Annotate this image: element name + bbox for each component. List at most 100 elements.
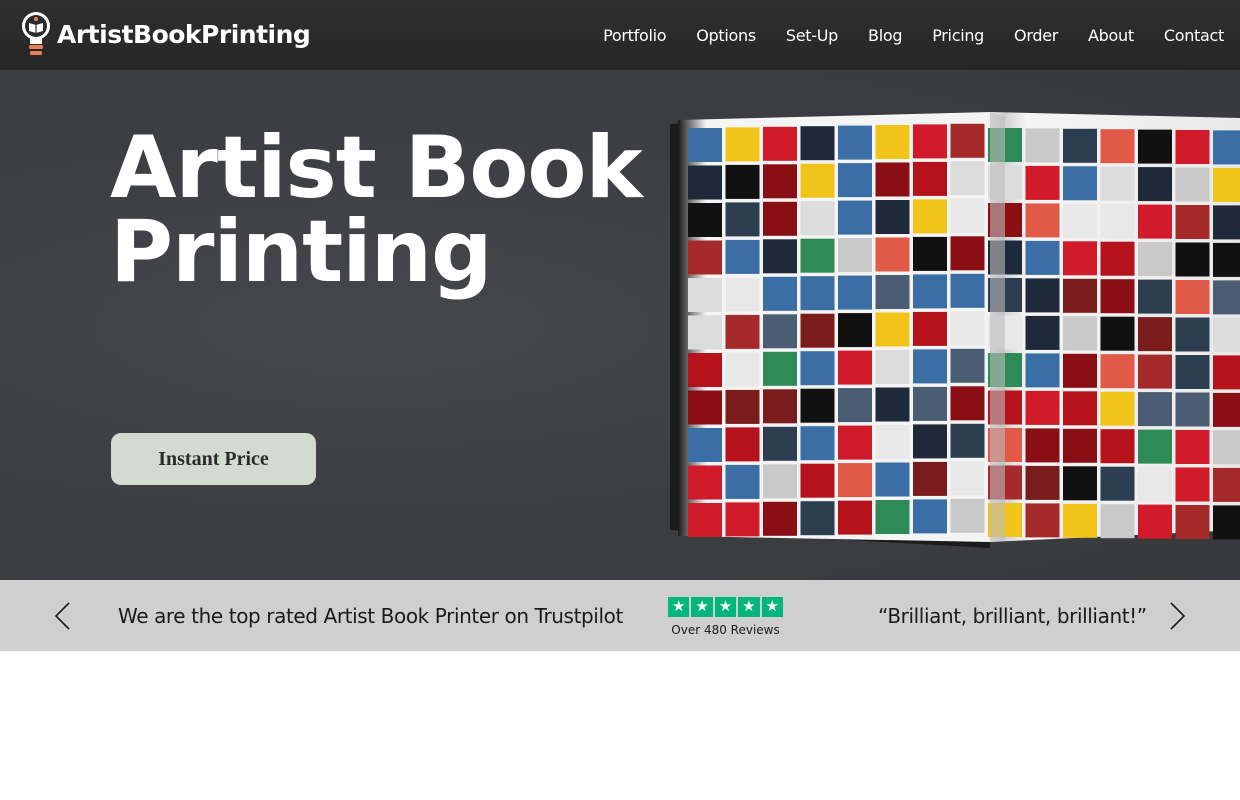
book-thumbnail [725,502,760,537]
site-logo[interactable]: ArtistBookPrinting [20,10,311,58]
book-thumbnail [1175,355,1210,389]
book-thumbnail [1213,280,1240,315]
page-content-area [0,651,1240,800]
book-thumbnail [688,240,722,275]
book-thumbnail [950,461,985,496]
book-thumbnail [838,388,872,423]
book-thumbnail [1175,205,1210,239]
book-thumbnail [688,315,722,350]
chevron-right-icon[interactable] [1166,600,1188,632]
book-thumbnail [1175,467,1210,502]
book-thumbnail [950,123,985,158]
book-thumbnail [688,503,722,537]
nav-pricing[interactable]: Pricing [932,26,984,45]
book-thumbnail [913,349,947,384]
book-thumbnail [763,464,797,499]
book-thumbnail [838,200,872,235]
book-thumbnail [1063,316,1097,351]
book-thumbnail [800,501,835,536]
book-thumbnail [763,164,797,199]
book-thumbnail [725,239,760,274]
book-thumbnail [1213,205,1240,240]
book-thumbnail [688,465,722,500]
book-thumbnail [913,274,947,309]
book-thumbnail [763,276,797,311]
book-thumbnail [1063,391,1097,426]
book-thumbnail [1063,466,1097,501]
book-thumbnail [1213,317,1240,352]
nav-blog[interactable]: Blog [868,26,902,45]
nav-order[interactable]: Order [1014,26,1058,45]
book-thumbnail [875,237,910,272]
star-icon: ★ [714,597,737,617]
book-thumbnail [1063,428,1097,463]
book-thumbnail [1175,130,1210,164]
book-thumbnail [1025,240,1060,275]
book-thumbnail [688,428,722,462]
nav-portfolio[interactable]: Portfolio [603,26,666,45]
book-thumbnail [1175,242,1210,277]
book-thumbnail [800,238,835,273]
book-thumbnail [1025,428,1060,463]
book-thumbnail [1213,355,1240,390]
book-thumbnail [875,500,910,534]
book-thumbnail [913,424,947,459]
book-thumbnail [763,351,797,386]
book-thumbnail [725,202,760,237]
book-thumbnail [838,425,872,460]
portfolio-thumbnails [688,123,1240,540]
book-thumbnail [913,161,947,196]
book-thumbnail [1138,242,1172,277]
book-thumbnail [725,314,760,349]
book-thumbnail [688,203,722,237]
book-thumbnail [838,500,872,535]
book-thumbnail [688,128,722,162]
book-thumbnail [950,423,985,458]
book-thumbnail [1213,505,1240,540]
book-thumbnail [1063,241,1097,276]
book-thumbnail [875,425,910,459]
book-thumbnail [838,275,872,310]
book-thumbnail [1025,165,1060,200]
book-thumbnail [913,386,947,421]
book-thumbnail [1213,130,1240,165]
trustpilot-rating[interactable]: ★ ★ ★ ★ ★ Over 480 Reviews [668,597,783,637]
book-thumbnail [763,426,797,461]
book-thumbnail [1063,128,1097,163]
book-thumbnail [1100,129,1135,164]
book-thumbnail [875,387,910,422]
logo-text[interactable]: ArtistBookPrinting [57,20,311,49]
book-thumbnail [1063,278,1097,313]
book-thumbnail [950,386,985,421]
book-thumbnail [1025,315,1060,350]
book-thumbnail [800,351,835,386]
book-thumbnail [688,278,722,312]
book-thumbnail [1100,316,1135,351]
book-thumbnail [838,163,872,198]
book-thumbnail [1213,167,1240,202]
star-icon: ★ [738,597,760,617]
book-thumbnail [688,353,722,387]
main-nav: Portfolio Options Set-Up Blog Pricing Or… [573,0,1224,70]
nav-contact[interactable]: Contact [1164,26,1224,45]
instant-price-button[interactable]: Instant Price [111,433,316,485]
nav-set-up[interactable]: Set-Up [786,26,838,45]
book-thumbnail [913,499,947,534]
nav-options[interactable]: Options [696,26,756,45]
book-thumbnail [1175,430,1210,464]
book-thumbnail [800,163,835,198]
book-thumbnail [875,312,910,347]
book-thumbnail [1175,505,1210,539]
chevron-left-icon[interactable] [52,600,74,632]
book-thumbnail [800,426,835,461]
book-thumbnail [1175,392,1210,427]
lightbulb-book-icon [22,12,50,55]
book-thumbnail [913,124,947,159]
star-icon: ★ [668,597,690,617]
book-thumbnail [1175,317,1210,352]
book-thumbnail [1213,392,1240,427]
nav-about[interactable]: About [1088,26,1134,45]
book-thumbnail [1100,279,1135,314]
book-thumbnail [688,165,722,200]
review-strip: We are the top rated Artist Book Printer… [0,580,1240,651]
